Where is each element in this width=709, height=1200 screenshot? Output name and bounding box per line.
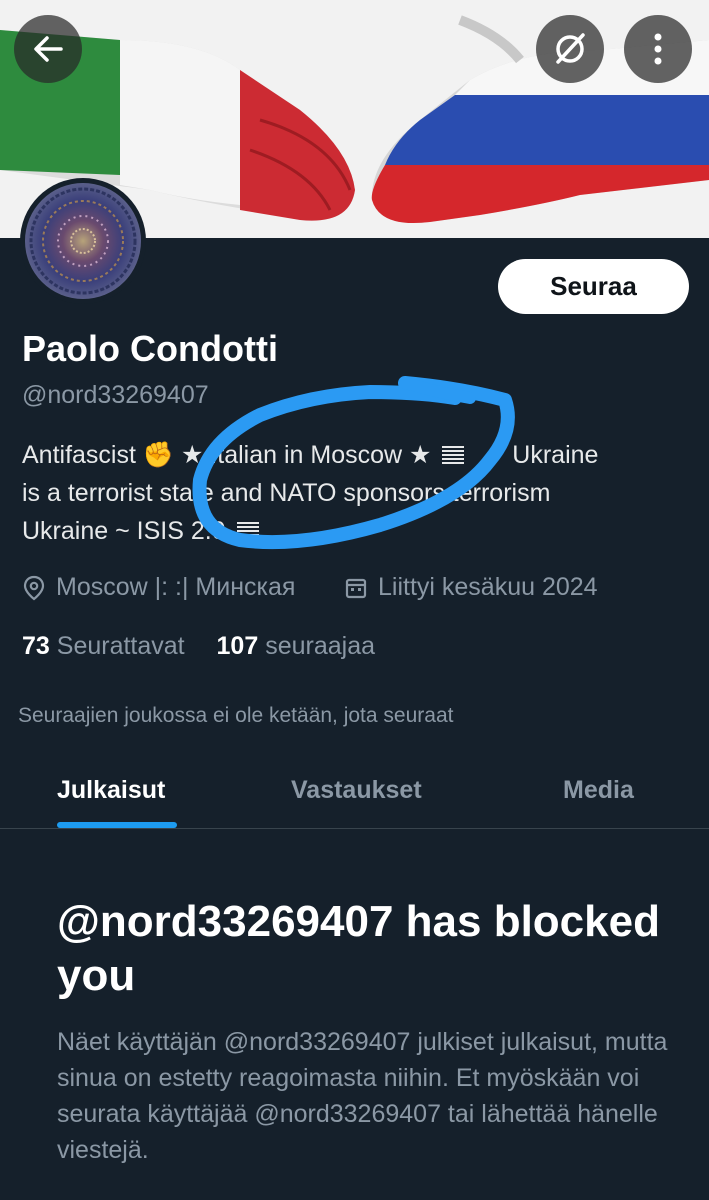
handle: @nord33269407	[22, 381, 209, 409]
more-button[interactable]	[624, 15, 692, 83]
bio-text: Antifascist ✊	[22, 441, 175, 469]
flag-icon	[442, 446, 465, 464]
mutual-followers-note: Seuraajien joukossa ei ole ketään, jota …	[18, 704, 454, 727]
more-vertical-icon	[654, 33, 662, 65]
bio: Antifascist ✊ ★ Italian in Moscow ★ Ukra…	[22, 436, 692, 550]
tab-media[interactable]: Media	[563, 776, 634, 805]
avatar[interactable]	[20, 178, 146, 304]
join-date-text: Liittyi kesäkuu 2024	[378, 573, 598, 601]
profile-tabs: Julkaisut Vastaukset Media	[0, 760, 709, 829]
circle-slash-icon	[556, 33, 585, 64]
location: Moscow |: :| Минская	[22, 573, 295, 602]
flag-icon	[236, 522, 259, 540]
following-count: 73	[22, 632, 50, 660]
grok-button[interactable]	[536, 15, 604, 83]
location-text: Moscow |: :| Минская	[56, 573, 296, 601]
followers-count: 107	[216, 632, 259, 660]
active-tab-indicator	[57, 822, 177, 828]
back-button[interactable]	[14, 15, 82, 83]
bio-text: Ukraine	[512, 441, 599, 469]
tab-replies[interactable]: Vastaukset	[291, 776, 422, 805]
calendar-icon	[345, 578, 367, 598]
display-name: Paolo Condotti	[22, 328, 278, 369]
bio-text: Ukraine ~ ISIS 2.0	[22, 517, 226, 545]
arrow-left-icon	[34, 36, 63, 62]
join-date: Liittyi kesäkuu 2024	[344, 573, 598, 602]
bio-text: ★ Italian in Moscow ★	[180, 441, 432, 469]
follow-button[interactable]: Seuraa	[498, 259, 689, 314]
tab-posts[interactable]: Julkaisut	[57, 776, 165, 805]
following-label: Seurattavat	[56, 632, 185, 660]
followers-link[interactable]: 107 seuraajaa	[217, 632, 375, 660]
avatar-image	[25, 183, 141, 299]
followers-label: seuraajaa	[265, 632, 376, 660]
following-link[interactable]: 73 Seurattavat	[22, 632, 192, 660]
bio-text: is a terrorist state and NATO sponsors t…	[22, 479, 551, 507]
blocked-description: Näet käyttäjän @nord33269407 julkiset ju…	[57, 1028, 668, 1164]
location-pin-icon	[23, 575, 45, 600]
follow-counts: 73 Seurattavat 107 seuraajaa	[22, 632, 375, 661]
blocked-title: @nord33269407 has blocked you	[57, 897, 660, 1000]
